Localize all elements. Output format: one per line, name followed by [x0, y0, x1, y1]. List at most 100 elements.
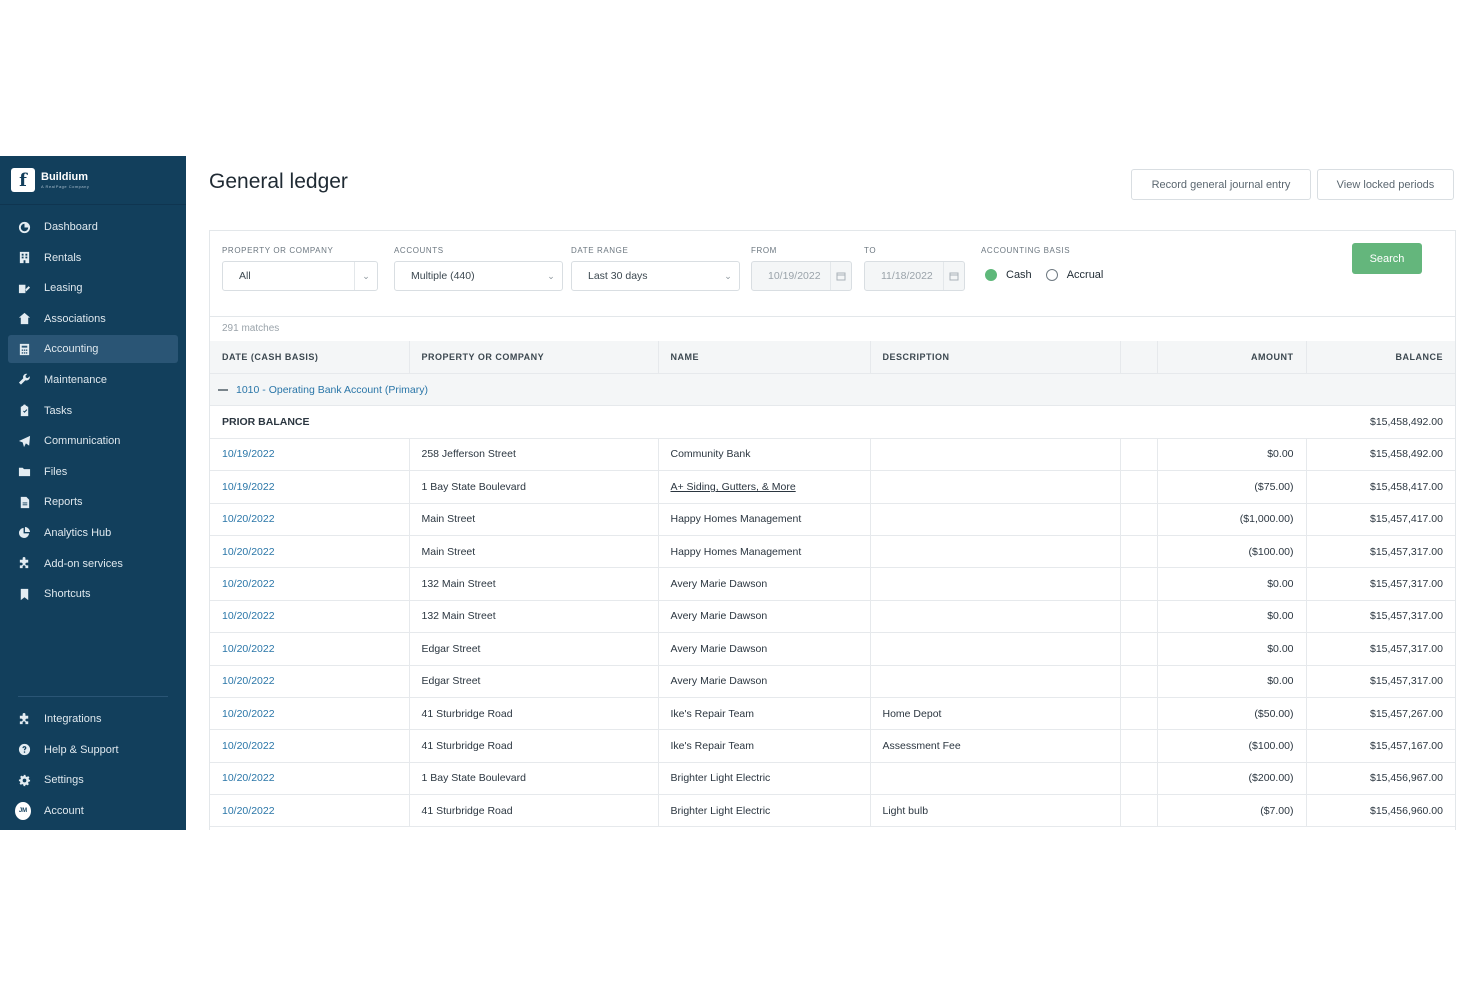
- sidebar-item-leasing[interactable]: Leasing: [8, 274, 178, 302]
- sidebar-item-analytics-hub[interactable]: Analytics Hub: [8, 519, 178, 547]
- blank-cell: [1120, 600, 1158, 634]
- balance-cell: $15,457,317.00: [1306, 600, 1455, 634]
- date-cell[interactable]: 10/20/2022: [210, 762, 410, 796]
- accounts-filter-select[interactable]: Multiple (440) ⌄: [394, 261, 563, 291]
- date-link[interactable]: 10/20/2022: [222, 805, 275, 817]
- calendar-icon[interactable]: [943, 262, 964, 290]
- sidebar-item-reports[interactable]: Reports: [8, 488, 178, 516]
- description-cell: [870, 665, 1121, 698]
- to-date-input[interactable]: 11/18/2022: [864, 261, 965, 291]
- accrual-radio[interactable]: [1045, 269, 1058, 281]
- date-link[interactable]: 10/20/2022: [222, 578, 275, 590]
- account-group-cell[interactable]: 1010 - Operating Bank Account (Primary): [210, 373, 1455, 407]
- sidebar-item-label: Tasks: [44, 404, 73, 417]
- sidebar-item-maintenance[interactable]: Maintenance: [8, 366, 178, 394]
- table-row: 10/20/2022 Main Street Happy Homes Managem…: [210, 535, 1455, 569]
- description-cell: [870, 762, 1121, 796]
- sidebar-item-shortcuts[interactable]: Shortcuts: [8, 580, 178, 608]
- property-filter-select[interactable]: All ⌄: [222, 261, 378, 291]
- avatar-initials: JM: [15, 801, 31, 820]
- accrual-radio-label: Accrual: [1066, 269, 1104, 281]
- name-link[interactable]: A+ Siding, Gutters, & More: [671, 481, 796, 493]
- column-description-header[interactable]: DESCRIPTION: [870, 341, 1121, 374]
- date-link[interactable]: 10/20/2022: [222, 772, 275, 784]
- sidebar-bottom-nav: Integrations Help & Support Settings JM Acco…: [0, 705, 186, 825]
- sidebar-item-account[interactable]: JM Account: [8, 797, 178, 825]
- date-cell[interactable]: 10/20/2022: [210, 503, 410, 536]
- prior-balance-row: PRIOR BALANCE $15,458,492.00: [210, 405, 1455, 439]
- sidebar-item-label: Analytics Hub: [44, 526, 112, 539]
- blank-cell: [1120, 438, 1158, 472]
- app-window: f Buildium A RealPage Company Dashboard R…: [0, 156, 1480, 830]
- sidebar-item-dashboard[interactable]: Dashboard: [8, 213, 178, 241]
- column-name-header[interactable]: NAME: [658, 341, 871, 374]
- name-cell: Avery Marie Dawson: [658, 632, 871, 666]
- blank-cell: [1120, 470, 1158, 504]
- search-button[interactable]: Search: [1352, 243, 1422, 274]
- date-link[interactable]: 10/20/2022: [222, 643, 275, 655]
- dashboard-icon: [17, 220, 31, 234]
- date-link[interactable]: 10/20/2022: [222, 675, 275, 687]
- column-amount-header[interactable]: AMOUNT: [1157, 341, 1307, 374]
- name-cell: Brighter Light Electric: [658, 794, 871, 828]
- sidebar-item-tasks[interactable]: Tasks: [8, 397, 178, 425]
- date-link[interactable]: 10/20/2022: [222, 740, 275, 752]
- balance-cell: $15,457,317.00: [1306, 665, 1455, 698]
- blank-cell: [1120, 665, 1158, 698]
- date-cell[interactable]: 10/19/2022: [210, 438, 410, 472]
- column-balance-header[interactable]: BALANCE: [1306, 341, 1455, 374]
- column-date-header[interactable]: DATE (CASH BASIS): [210, 341, 410, 374]
- name-cell: Brighter Light Electric: [658, 762, 871, 796]
- blank-cell: [1120, 762, 1158, 796]
- sidebar-item-integrations[interactable]: Integrations: [8, 705, 178, 733]
- sidebar-item-rentals[interactable]: Rentals: [8, 244, 178, 272]
- sidebar-item-accounting[interactable]: Accounting: [8, 335, 178, 364]
- balance-cell: $15,456,960.00: [1306, 794, 1455, 828]
- view-locked-periods-button[interactable]: View locked periods: [1317, 169, 1454, 200]
- date-link[interactable]: 10/20/2022: [222, 546, 275, 558]
- date-cell[interactable]: 10/20/2022: [210, 567, 410, 601]
- name-cell[interactable]: A+ Siding, Gutters, & More: [658, 470, 871, 504]
- description-cell: Light bulb: [870, 794, 1121, 828]
- sidebar-item-associations[interactable]: Associations: [8, 305, 178, 333]
- puzzle-icon: [17, 557, 31, 571]
- brand-sub: A RealPage Company: [41, 183, 90, 189]
- date-cell[interactable]: 10/19/2022: [210, 470, 410, 504]
- sidebar-item-help-support[interactable]: Help & Support: [8, 736, 178, 764]
- sidebar-item-files[interactable]: Files: [8, 458, 178, 486]
- column-property-header[interactable]: PROPERTY OR COMPANY: [409, 341, 659, 374]
- name-cell: Avery Marie Dawson: [658, 600, 871, 634]
- collapse-icon[interactable]: [218, 388, 228, 391]
- date-link[interactable]: 10/20/2022: [222, 513, 275, 525]
- date-range-select[interactable]: Last 30 days ⌄: [571, 261, 740, 291]
- sidebar-item-communication[interactable]: Communication: [8, 427, 178, 455]
- blank-cell: [1120, 794, 1158, 828]
- date-cell[interactable]: 10/20/2022: [210, 697, 410, 731]
- date-cell[interactable]: 10/20/2022: [210, 729, 410, 763]
- account-group-row[interactable]: 1010 - Operating Bank Account (Primary): [210, 373, 1455, 407]
- brand-logo[interactable]: f Buildium A RealPage Company: [0, 156, 186, 205]
- date-link[interactable]: 10/19/2022: [222, 481, 275, 493]
- date-link[interactable]: 10/19/2022: [222, 448, 275, 460]
- date-cell[interactable]: 10/20/2022: [210, 535, 410, 569]
- date-link[interactable]: 10/20/2022: [222, 610, 275, 622]
- brand-name: Buildium: [41, 170, 89, 183]
- cash-radio[interactable]: [985, 269, 997, 281]
- amount-cell: $0.00: [1157, 632, 1307, 666]
- amount-cell: $0.00: [1157, 567, 1307, 601]
- bookmark-icon: [17, 587, 31, 601]
- property-filter-label: PROPERTY OR COMPANY: [222, 246, 334, 255]
- date-cell[interactable]: 10/20/2022: [210, 600, 410, 634]
- from-date-input[interactable]: 10/19/2022: [751, 261, 852, 291]
- balance-cell: $15,457,267.00: [1306, 697, 1455, 731]
- date-cell[interactable]: 10/20/2022: [210, 665, 410, 698]
- date-link[interactable]: 10/20/2022: [222, 708, 275, 720]
- calendar-icon[interactable]: [830, 262, 851, 290]
- date-cell[interactable]: 10/20/2022: [210, 794, 410, 828]
- date-cell[interactable]: 10/20/2022: [210, 632, 410, 666]
- record-journal-entry-button[interactable]: Record general journal entry: [1131, 169, 1311, 200]
- page-title: General ledger: [209, 170, 348, 193]
- sidebar-item-settings[interactable]: Settings: [8, 766, 178, 794]
- sidebar-item-add-on-services[interactable]: Add-on services: [8, 550, 178, 578]
- description-cell: Assessment Fee: [870, 729, 1121, 763]
